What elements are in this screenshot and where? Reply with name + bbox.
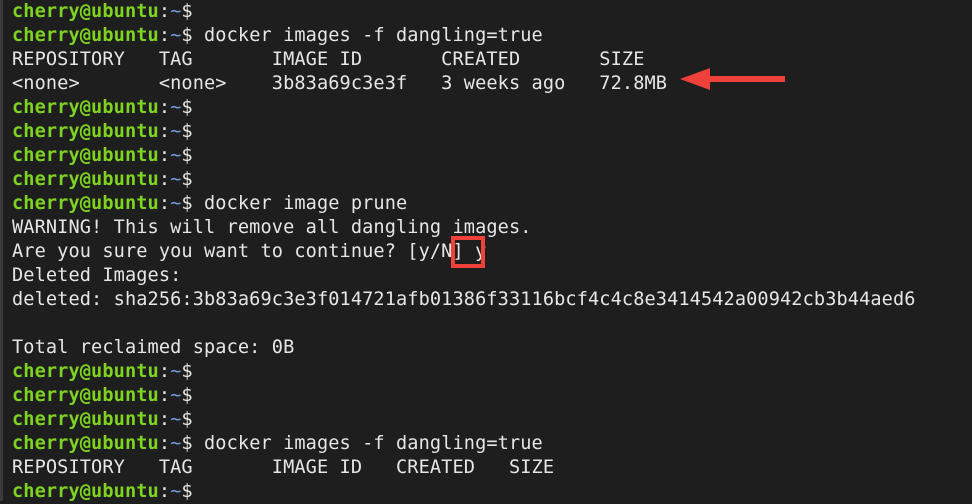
- prompt-symbol: $: [181, 121, 193, 142]
- prompt-line: cherry@ubuntu:~$ docker image prune: [12, 192, 916, 216]
- prompt-colon: :: [158, 1, 171, 22]
- arrow-head: [680, 68, 710, 90]
- output-text: WARNING! This will remove all dangling i…: [12, 217, 532, 238]
- prompt-user-host: cherry@ubuntu: [12, 97, 159, 118]
- output-text: REPOSITORY TAG IMAGE ID CREATED SIZE: [12, 49, 645, 70]
- command-text: docker images -f dangling=true: [192, 433, 543, 454]
- prompt-symbol: $: [181, 409, 193, 430]
- prompt-colon: :: [158, 193, 171, 214]
- prompt-user-host: cherry@ubuntu: [12, 1, 159, 22]
- prompt-path: ~: [170, 1, 182, 22]
- prompt-path: ~: [170, 193, 182, 214]
- command-text: docker image prune: [192, 193, 408, 214]
- output-text: Deleted Images:: [12, 265, 182, 286]
- prompt-symbol: $: [181, 145, 193, 166]
- output-text: <none> <none> 3b83a69c3e3f 3 weeks ago 7…: [12, 73, 668, 94]
- prompt-symbol: $: [181, 25, 193, 46]
- arrow-shaft: [708, 76, 785, 82]
- prompt-colon: :: [158, 25, 171, 46]
- prompt-user-host: cherry@ubuntu: [12, 433, 159, 454]
- prompt-path: ~: [170, 385, 182, 406]
- prompt-line: cherry@ubuntu:~$: [12, 480, 916, 504]
- prompt-colon: :: [158, 433, 171, 454]
- prompt-line: cherry@ubuntu:~$: [12, 384, 916, 408]
- output-line: Total reclaimed space: 0B: [12, 336, 916, 360]
- prompt-symbol: $: [181, 481, 193, 502]
- prompt-symbol: $: [181, 1, 193, 22]
- prompt-colon: :: [158, 169, 171, 190]
- prompt-colon: :: [158, 145, 171, 166]
- confirmation-highlight-box: [451, 236, 485, 268]
- output-text: deleted: sha256:3b83a69c3e3f014721afb013…: [12, 289, 916, 310]
- prompt-path: ~: [170, 361, 182, 382]
- command-text: docker images -f dangling=true: [192, 25, 543, 46]
- prompt-line: cherry@ubuntu:~$: [12, 408, 916, 432]
- prompt-colon: :: [158, 361, 171, 382]
- prompt-path: ~: [170, 433, 182, 454]
- prompt-path: ~: [170, 97, 182, 118]
- prompt-user-host: cherry@ubuntu: [12, 121, 159, 142]
- terminal-window[interactable]: cherry@ubuntu:~$ cherry@ubuntu:~$ docker …: [0, 0, 972, 504]
- prompt-user-host: cherry@ubuntu: [12, 169, 159, 190]
- prompt-user-host: cherry@ubuntu: [12, 145, 159, 166]
- prompt-user-host: cherry@ubuntu: [12, 361, 159, 382]
- prompt-line: cherry@ubuntu:~$: [12, 0, 916, 24]
- prompt-colon: :: [158, 97, 171, 118]
- output-line: deleted: sha256:3b83a69c3e3f014721afb013…: [12, 288, 916, 312]
- prompt-path: ~: [170, 25, 182, 46]
- prompt-line: cherry@ubuntu:~$ docker images -f dangli…: [12, 432, 916, 456]
- output-line: REPOSITORY TAG IMAGE ID CREATED SIZE: [12, 456, 916, 480]
- prompt-symbol: $: [181, 433, 193, 454]
- prompt-symbol: $: [181, 169, 193, 190]
- prompt-path: ~: [170, 409, 182, 430]
- prompt-colon: :: [158, 121, 171, 142]
- prompt-line: cherry@ubuntu:~$: [12, 96, 916, 120]
- output-text: Are you sure you want to continue? [y/N]…: [12, 241, 487, 262]
- prompt-path: ~: [170, 481, 182, 502]
- prompt-user-host: cherry@ubuntu: [12, 25, 159, 46]
- prompt-symbol: $: [181, 385, 193, 406]
- prompt-user-host: cherry@ubuntu: [12, 409, 159, 430]
- prompt-user-host: cherry@ubuntu: [12, 385, 159, 406]
- prompt-colon: :: [158, 409, 171, 430]
- prompt-path: ~: [170, 169, 182, 190]
- prompt-path: ~: [170, 145, 182, 166]
- prompt-line: cherry@ubuntu:~$ docker images -f dangli…: [12, 24, 916, 48]
- red-arrow-icon: [680, 68, 785, 90]
- prompt-symbol: $: [181, 193, 193, 214]
- prompt-line: cherry@ubuntu:~$: [12, 360, 916, 384]
- prompt-symbol: $: [181, 361, 193, 382]
- prompt-symbol: $: [181, 97, 193, 118]
- prompt-path: ~: [170, 121, 182, 142]
- output-text: Total reclaimed space: 0B: [12, 337, 295, 358]
- prompt-user-host: cherry@ubuntu: [12, 481, 159, 502]
- prompt-line: cherry@ubuntu:~$: [12, 168, 916, 192]
- prompt-line: cherry@ubuntu:~$: [12, 120, 916, 144]
- prompt-colon: :: [158, 481, 171, 502]
- prompt-colon: :: [158, 385, 171, 406]
- prompt-user-host: cherry@ubuntu: [12, 193, 159, 214]
- output-text: REPOSITORY TAG IMAGE ID CREATED SIZE: [12, 457, 555, 478]
- prompt-line: cherry@ubuntu:~$: [12, 144, 916, 168]
